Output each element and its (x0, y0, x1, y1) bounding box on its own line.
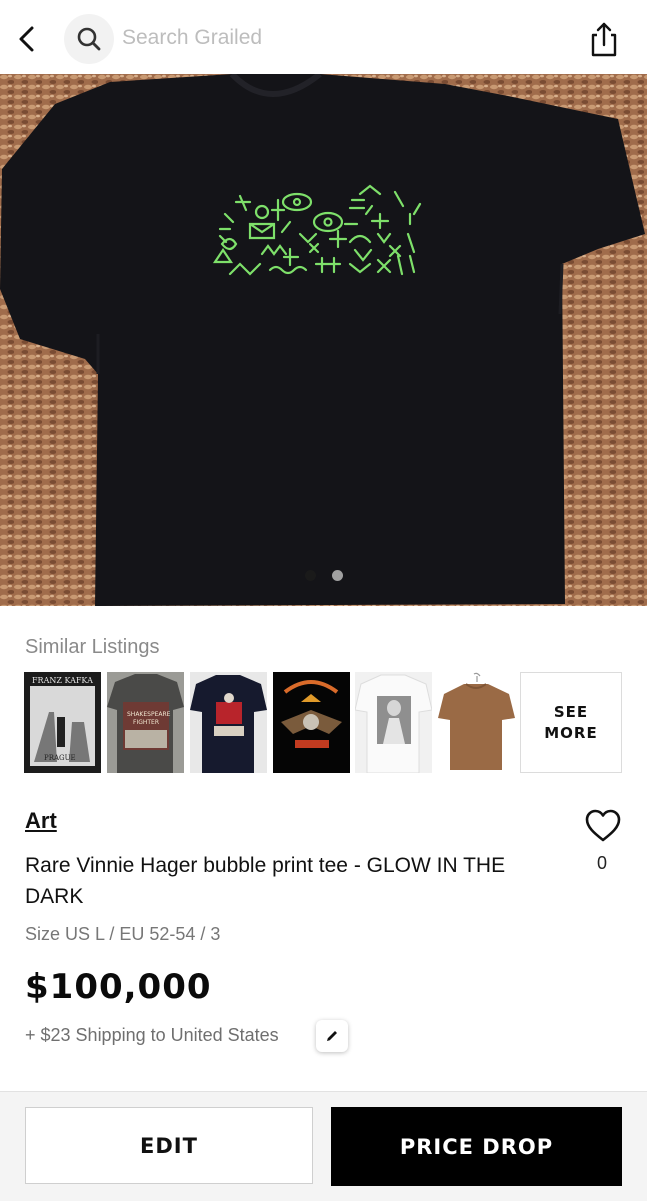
category-link[interactable]: Art (25, 808, 57, 834)
similar-listing-thumbnail[interactable]: FRANZ KAFKA PRAGUE (24, 672, 101, 773)
thumbnail-image: SHAKESPEARE FIGHTER (107, 672, 184, 773)
see-more-button[interactable]: SEE MORE (520, 672, 622, 773)
see-more-label: SEE MORE (544, 702, 598, 742)
similar-listing-thumbnail[interactable] (355, 672, 432, 773)
pencil-icon (327, 1031, 337, 1041)
search-input[interactable] (110, 20, 494, 56)
listing-size: Size US L / EU 52-54 / 3 (25, 924, 221, 944)
edit-button[interactable]: EDIT (25, 1107, 313, 1184)
similar-listings-title: Similar Listings (25, 636, 160, 658)
thumbnail-text: FRANZ KAFKA (32, 676, 93, 685)
similar-listing-thumbnail[interactable]: SHAKESPEARE FIGHTER (107, 672, 184, 773)
similar-listing-thumbnail[interactable] (273, 672, 350, 773)
product-photo (0, 74, 647, 606)
search-icon (77, 27, 101, 51)
carousel-dots (0, 568, 647, 586)
carousel-dot-active[interactable] (304, 570, 316, 581)
favorite-button[interactable] (584, 808, 622, 844)
favorite-count: 0 (596, 853, 607, 873)
share-icon (591, 22, 617, 57)
thumbnail-image (438, 672, 515, 773)
chevron-left-icon (19, 26, 34, 52)
carousel-dot[interactable] (331, 570, 343, 581)
price-drop-button[interactable]: PRICE DROP (331, 1107, 622, 1186)
thumbnail-image (273, 672, 350, 773)
similar-listing-thumbnail[interactable] (190, 672, 267, 773)
thumbnail-text: PRAGUE (44, 754, 76, 762)
thumbnail-text: FIGHTER (133, 719, 159, 726)
product-image-carousel[interactable] (0, 74, 647, 606)
back-button[interactable] (12, 20, 42, 58)
bottom-action-bar: EDIT PRICE DROP (0, 1091, 647, 1201)
thumbnail-image (190, 672, 267, 773)
edit-shipping-button[interactable] (316, 1020, 348, 1052)
thumbnail-image (355, 672, 432, 773)
listing-price: $100,000 (25, 967, 212, 1007)
similar-listings-row: FRANZ KAFKA PRAGUE SHAKESPEARE FIGHTER S… (24, 672, 624, 773)
thumbnail-image: FRANZ KAFKA PRAGUE (24, 672, 101, 773)
share-button[interactable] (584, 18, 624, 60)
search-button[interactable] (64, 14, 114, 64)
listing-title: Rare Vinnie Hager bubble print tee - GLO… (25, 854, 506, 908)
heart-icon (585, 809, 621, 842)
similar-listing-thumbnail[interactable] (438, 672, 515, 773)
shipping-info: + $23 Shipping to United States (25, 1025, 279, 1045)
top-bar (0, 0, 647, 74)
thumbnail-text: SHAKESPEARE (127, 711, 171, 718)
